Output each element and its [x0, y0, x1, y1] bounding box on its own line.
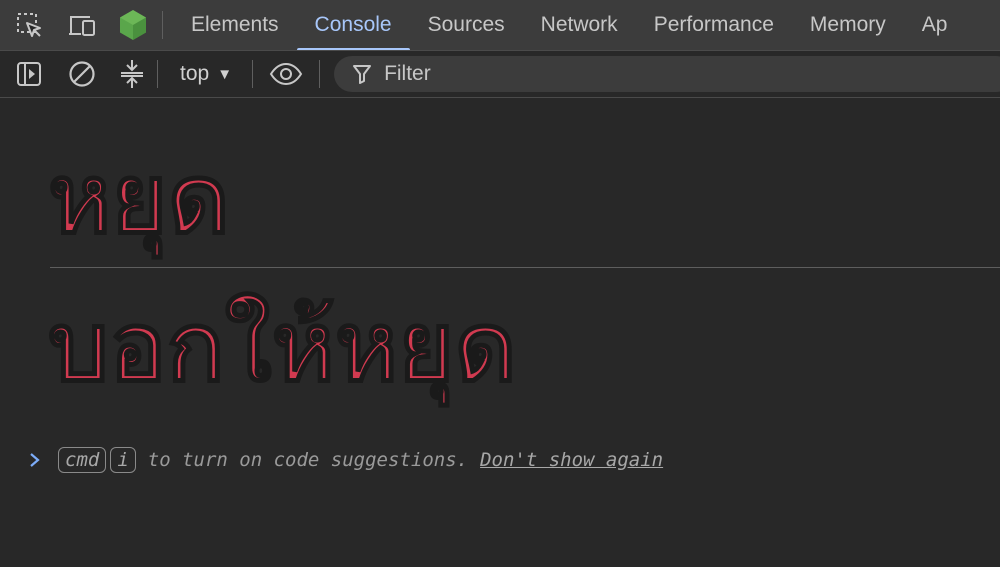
sidebar-toggle-icon [16, 62, 41, 86]
console-toolbar: top ▼ [0, 51, 1000, 98]
devtools-tab-bar: Elements Console Sources Network Perform… [0, 0, 1000, 51]
console-output: หยุด บอกให้หยุด cmd i to turn on code su… [0, 99, 1000, 567]
tab-application[interactable]: Ap [904, 0, 966, 50]
collapse-arrows-icon [121, 60, 143, 88]
tab-application-label: Ap [921, 13, 948, 36]
inspect-element-icon [17, 13, 41, 37]
devtools-window: Elements Console Sources Network Perform… [0, 0, 1000, 567]
filter-input[interactable] [382, 61, 883, 87]
device-toolbar-button[interactable] [58, 0, 108, 50]
toolbar-separator [319, 60, 321, 88]
caret-down-icon: ▼ [217, 65, 233, 83]
dont-show-again-link[interactable]: Don't show again [480, 449, 663, 471]
tab-sources[interactable]: Sources [410, 0, 523, 50]
tab-console-label: Console [314, 13, 392, 36]
clear-console-icon [69, 61, 95, 87]
show-sidebar-button[interactable] [0, 51, 57, 97]
prompt-chevron-icon [24, 452, 46, 468]
inspect-element-button[interactable] [0, 0, 58, 50]
console-message: บอกให้หยุด [47, 291, 518, 403]
tab-elements[interactable]: Elements [173, 0, 297, 50]
shortcut-key-cmd: cmd [58, 447, 107, 473]
filter-box[interactable] [334, 56, 1000, 92]
filter-icon [353, 65, 372, 84]
tab-console[interactable]: Console [296, 0, 410, 50]
tab-memory[interactable]: Memory [792, 0, 904, 50]
collapse-groups-button[interactable] [107, 51, 157, 97]
console-message: หยุด [47, 143, 231, 255]
tab-performance[interactable]: Performance [636, 0, 792, 50]
clear-console-button[interactable] [57, 51, 107, 97]
nodejs-icon [120, 10, 146, 40]
tab-memory-label: Memory [809, 13, 886, 36]
tab-elements-label: Elements [191, 13, 279, 36]
message-divider [50, 267, 1000, 268]
code-suggestions-hint: to turn on code suggestions. [147, 449, 469, 471]
tab-sources-label: Sources [427, 13, 505, 36]
nodejs-button[interactable] [108, 0, 158, 50]
tab-network[interactable]: Network [523, 0, 636, 50]
tab-performance-label: Performance [653, 13, 774, 36]
eye-icon [269, 63, 303, 85]
console-prompt[interactable]: cmd i to turn on code suggestions. Don't… [0, 445, 1000, 475]
device-toolbar-icon [69, 16, 95, 36]
tabbar-separator [162, 11, 163, 39]
context-selector-label: top [180, 62, 210, 85]
context-selector[interactable]: top ▼ [158, 51, 252, 97]
tab-network-label: Network [540, 13, 618, 36]
live-expression-button[interactable] [253, 51, 319, 97]
shortcut-key-i: i [110, 447, 136, 473]
